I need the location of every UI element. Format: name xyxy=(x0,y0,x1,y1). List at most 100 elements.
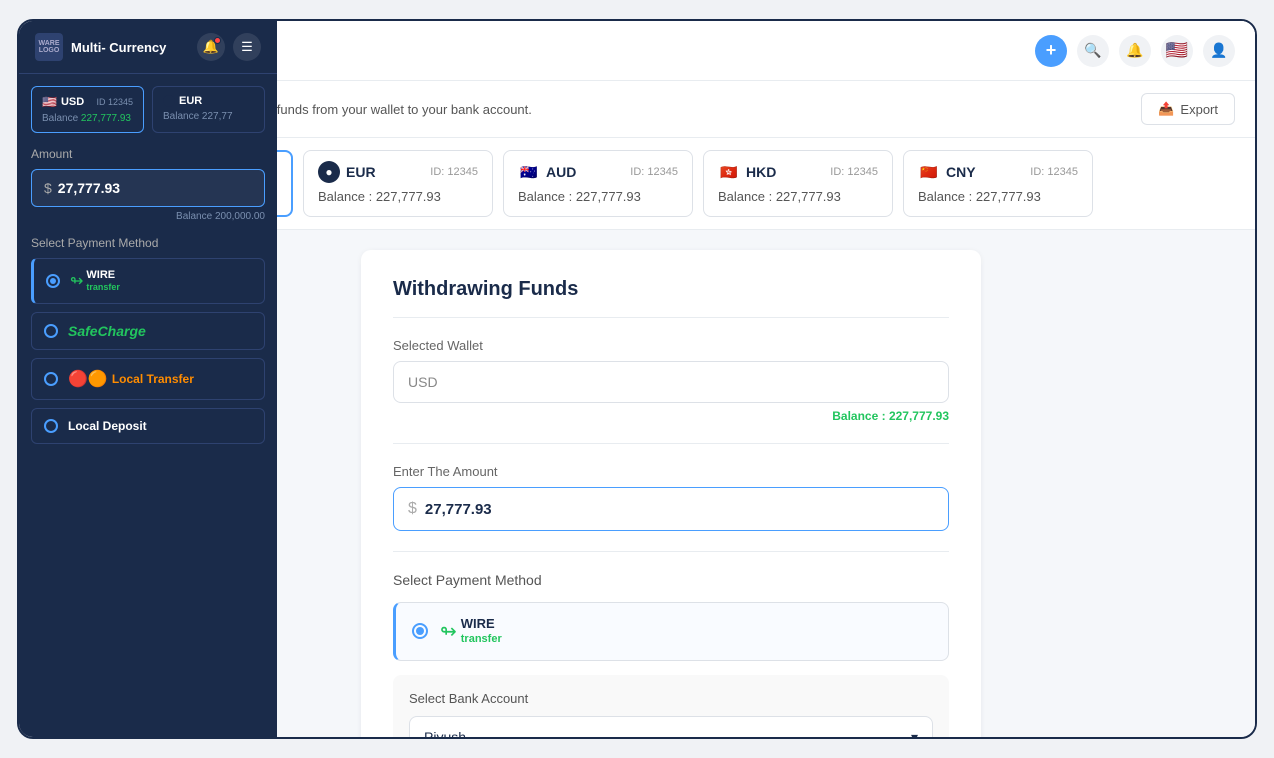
hkd-balance: Balance : 227,777.93 xyxy=(718,189,878,204)
mobile-card-usd[interactable]: 🇺🇸 USD ID 12345 Balance 227,777.93 xyxy=(31,86,144,133)
currency-card-eur[interactable]: ● EUR ID: 12345 Balance : 227,777.93 xyxy=(303,150,493,217)
mobile-logo-area: WARE LOGO Multi- Currency xyxy=(35,33,166,61)
wallet-input[interactable] xyxy=(393,361,949,403)
mobile-wire-option[interactable]: ↬ WIREtransfer xyxy=(31,258,265,304)
user-button[interactable]: 👤 xyxy=(1203,35,1235,67)
divider-1 xyxy=(393,443,949,444)
mobile-local-transfer-radio xyxy=(44,372,58,386)
aud-code: AUD xyxy=(546,164,576,180)
wire-transfer-option[interactable]: ↬ WIREtransfer xyxy=(393,602,949,661)
add-button[interactable]: + xyxy=(1035,35,1067,67)
mobile-usd-balance: Balance 227,777.93 xyxy=(42,113,133,124)
mobile-local-deposit-label: Local Deposit xyxy=(68,419,147,433)
withdraw-card: Withdrawing Funds Selected Wallet Balanc… xyxy=(361,250,981,737)
search-button[interactable]: 🔍 xyxy=(1077,35,1109,67)
wire-transfer-radio xyxy=(412,623,428,639)
mobile-card-eur[interactable]: EUR Balance 227,77 xyxy=(152,86,265,133)
mobile-eur-flag xyxy=(163,95,175,107)
payment-method-label: Select Payment Method xyxy=(393,572,949,588)
wallet-group: Selected Wallet Balance : 227,777.93 xyxy=(393,338,949,423)
bank-account-label: Select Bank Account xyxy=(409,691,933,706)
mobile-wire-arrow-icon: ↬ xyxy=(70,271,83,291)
mobile-payment-label: Select Payment Method xyxy=(31,236,265,250)
aud-flag: 🇦🇺 xyxy=(518,161,540,183)
mobile-balance-hint: Balance 200,000.00 xyxy=(31,211,265,222)
user-icon: 👤 xyxy=(1210,42,1227,59)
mobile-safecharge-radio xyxy=(44,324,58,338)
mobile-menu-icon: ☰ xyxy=(241,39,253,55)
notification-badge xyxy=(214,37,221,44)
mobile-amount-wrapper: $ 27,777.93 xyxy=(31,169,265,207)
payment-section: Select Payment Method ↬ WIREtransfer xyxy=(393,572,949,737)
amount-group: Enter The Amount $ xyxy=(393,464,949,531)
eur-balance: Balance : 227,777.93 xyxy=(318,189,478,204)
currency-card-cny[interactable]: 🇨🇳 CNY ID: 12345 Balance : 227,777.93 xyxy=(903,150,1093,217)
export-label: Export xyxy=(1180,102,1218,117)
amount-input-wrapper: $ xyxy=(393,487,949,531)
currency-card-aud[interactable]: 🇦🇺 AUD ID: 12345 Balance : 227,777.93 xyxy=(503,150,693,217)
hkd-flag: 🇭🇰 xyxy=(718,161,740,183)
mobile-panel: WARE LOGO Multi- Currency 🔔 ☰ xyxy=(19,21,277,737)
balance-value: 227,777.93 xyxy=(889,409,949,423)
export-icon: 📤 xyxy=(1158,101,1174,117)
mobile-local-deposit-option[interactable]: Local Deposit xyxy=(31,408,265,444)
amount-label: Enter The Amount xyxy=(393,464,949,479)
export-button[interactable]: 📤 Export xyxy=(1141,93,1235,125)
mobile-wire-logo: ↬ WIREtransfer xyxy=(70,269,120,293)
wire-label: WIREtransfer xyxy=(461,617,502,646)
notifications-button[interactable]: 🔔 xyxy=(1119,35,1151,67)
bank-select-dropdown[interactable]: Piyush ▾ xyxy=(409,716,933,737)
mastercard-icon: 🔴🟠 xyxy=(68,369,108,389)
search-icon: 🔍 xyxy=(1084,42,1101,59)
mobile-safecharge-label: SafeCharge xyxy=(68,323,146,339)
chevron-down-icon: ▾ xyxy=(911,729,918,737)
wire-transfer-logo: ↬ WIREtransfer xyxy=(440,617,502,646)
withdraw-title: Withdrawing Funds xyxy=(393,278,949,318)
eur-code: EUR xyxy=(346,164,376,180)
bank-section: Select Bank Account Piyush ▾ Add Bank Ac… xyxy=(393,675,949,737)
mobile-notification-button[interactable]: 🔔 xyxy=(197,33,225,61)
mobile-header: WARE LOGO Multi- Currency 🔔 ☰ xyxy=(19,21,277,74)
mobile-amount-value: 27,777.93 xyxy=(58,180,120,196)
wallet-balance-hint: Balance : 227,777.93 xyxy=(393,409,949,423)
cny-id: ID: 12345 xyxy=(1030,166,1078,178)
divider-2 xyxy=(393,551,949,552)
mobile-local-transfer-option[interactable]: 🔴🟠 Local Transfer xyxy=(31,358,265,400)
currency-card-hkd[interactable]: 🇭🇰 HKD ID: 12345 Balance : 227,777.93 xyxy=(703,150,893,217)
mobile-local-transfer-logo: 🔴🟠 Local Transfer xyxy=(68,369,194,389)
currency-symbol: $ xyxy=(408,500,417,518)
balance-label-text: Balance : xyxy=(832,409,885,423)
notification-icon: 🔔 xyxy=(1126,42,1143,59)
mobile-body: 🇺🇸 USD ID 12345 Balance 227,777.93 EUR xyxy=(19,74,277,737)
topbar-actions: + 🔍 🔔 🇺🇸 👤 xyxy=(1035,35,1235,67)
wallet-label: Selected Wallet xyxy=(393,338,949,353)
flag-icon: 🇺🇸 xyxy=(1166,40,1188,61)
hkd-id: ID: 12345 xyxy=(830,166,878,178)
cny-balance: Balance : 227,777.93 xyxy=(918,189,1078,204)
mobile-local-deposit-radio xyxy=(44,419,58,433)
bank-selected-value: Piyush xyxy=(424,729,466,737)
eur-id: ID: 12345 xyxy=(430,166,478,178)
hkd-code: HKD xyxy=(746,164,776,180)
mobile-eur-balance: Balance 227,77 xyxy=(163,111,254,122)
cny-code: CNY xyxy=(946,164,976,180)
mobile-usd-id: ID 12345 xyxy=(96,97,133,107)
amount-input[interactable] xyxy=(425,501,934,518)
mobile-eur-code: EUR xyxy=(179,95,202,107)
cny-flag: 🇨🇳 xyxy=(918,161,940,183)
mobile-usd-code: USD xyxy=(61,96,84,108)
mobile-wire-label: WIREtransfer xyxy=(86,269,120,293)
mobile-currency-symbol: $ xyxy=(44,180,52,196)
eur-flag: ● xyxy=(318,161,340,183)
wire-arrow-icon: ↬ xyxy=(440,619,457,644)
mobile-usd-flag: 🇺🇸 xyxy=(42,95,57,109)
mobile-logo: WARE LOGO xyxy=(35,33,63,61)
mobile-currency-cards: 🇺🇸 USD ID 12345 Balance 227,777.93 EUR xyxy=(31,86,265,133)
mobile-local-transfer-label: Local Transfer xyxy=(112,372,194,386)
mobile-title: Multi- Currency xyxy=(71,40,166,55)
mobile-wire-radio xyxy=(46,274,60,288)
language-button[interactable]: 🇺🇸 xyxy=(1161,35,1193,67)
mobile-safecharge-option[interactable]: SafeCharge xyxy=(31,312,265,350)
mobile-menu-button[interactable]: ☰ xyxy=(233,33,261,61)
mobile-logo-text: WARE LOGO xyxy=(35,40,63,54)
